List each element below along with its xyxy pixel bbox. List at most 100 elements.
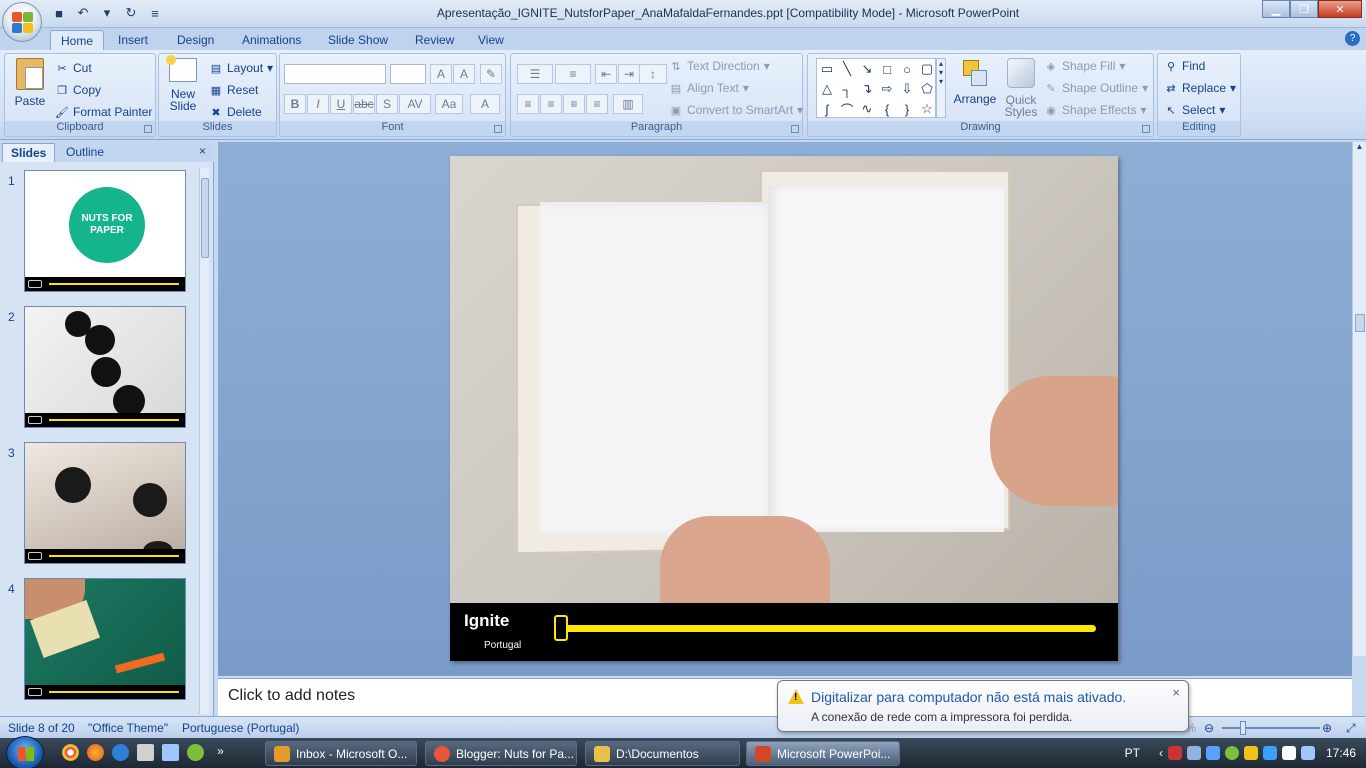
slide-thumbnail-1[interactable]: NUTS FOR PAPER <box>24 170 186 292</box>
curve-shape-icon[interactable]: ∿ <box>857 99 877 119</box>
rectangle-shape-icon[interactable]: □ <box>877 59 897 79</box>
scroll-up-icon[interactable]: ▲ <box>1353 142 1366 154</box>
align-right-icon[interactable]: ≡ <box>563 94 585 114</box>
left-brace-icon[interactable]: { <box>877 99 897 119</box>
tab-animations[interactable]: Animations <box>232 30 311 50</box>
slide-thumbnail-3[interactable] <box>24 442 186 564</box>
chrome-icon[interactable] <box>62 744 79 761</box>
shrink-font-icon[interactable]: A <box>453 64 475 84</box>
chevron-left-icon[interactable]: ‹ <box>1159 746 1163 760</box>
delete-button[interactable]: ✖ Delete <box>209 102 261 122</box>
zoom-out-icon[interactable]: ⊖ <box>1204 721 1214 735</box>
font-name-combo[interactable] <box>284 64 386 84</box>
align-center-icon[interactable]: ≡ <box>540 94 562 114</box>
tab-outline[interactable]: Outline <box>58 143 112 162</box>
network-icon[interactable] <box>1300 746 1315 760</box>
align-left-icon[interactable]: ≡ <box>517 94 539 114</box>
increase-indent-icon[interactable]: ⇥ <box>618 64 640 84</box>
numbering-icon[interactable]: ≡ <box>555 64 591 84</box>
grow-font-icon[interactable]: A <box>430 64 452 84</box>
arrange-button[interactable]: Arrange <box>951 58 999 106</box>
oval-shape-icon[interactable]: ○ <box>897 59 917 79</box>
slide-thumbnail-2[interactable] <box>24 306 186 428</box>
language-indicator[interactable]: Portuguese (Portugal) <box>182 721 299 735</box>
right-brace-icon[interactable]: } <box>897 99 917 119</box>
clock[interactable]: 17:46 <box>1326 746 1356 760</box>
paste-button[interactable]: Paste <box>9 58 51 108</box>
star-shape-icon[interactable]: ☆ <box>917 99 937 119</box>
shapes-more-icon[interactable]: ▴ ▾ ▾ <box>936 58 946 118</box>
font-color-icon[interactable]: A <box>470 94 500 114</box>
zoom-slider[interactable] <box>1222 727 1320 729</box>
action-center-icon[interactable] <box>1281 746 1296 760</box>
right-arrow-shape-icon[interactable]: ⇨ <box>877 79 897 99</box>
strikethrough-icon[interactable]: abc <box>353 94 375 114</box>
bullets-icon[interactable]: ☰ <box>517 64 553 84</box>
elbow-arrow-icon[interactable]: ↴ <box>857 79 877 99</box>
tab-design[interactable]: Design <box>167 30 224 50</box>
triangle-shape-icon[interactable]: △ <box>817 79 837 99</box>
italic-icon[interactable]: I <box>307 94 329 114</box>
spotify-tray-icon[interactable] <box>1224 746 1239 760</box>
line-spacing-icon[interactable]: ↕ <box>639 64 667 84</box>
media-player-icon[interactable] <box>112 744 129 761</box>
bluetooth-icon[interactable] <box>1262 746 1277 760</box>
quick-styles-button[interactable]: Quick Styles <box>1001 58 1041 118</box>
pentagon-shape-icon[interactable]: ⬠ <box>917 79 937 99</box>
help-icon[interactable]: ? <box>1345 31 1360 46</box>
current-slide[interactable]: Ignite Portugal <box>450 156 1118 661</box>
taskbar-item[interactable]: Microsoft PowerPoi... <box>746 741 900 766</box>
freeform-shape-icon[interactable]: ʃ <box>817 99 837 119</box>
text-direction-button[interactable]: ⇅ Text Direction ▾ <box>669 56 769 76</box>
format-painter-button[interactable]: 🖌 Format Painter <box>55 102 152 122</box>
calculator-icon[interactable] <box>137 744 154 761</box>
down-arrow-shape-icon[interactable]: ⇩ <box>897 79 917 99</box>
notes-tray-icon[interactable] <box>1243 746 1258 760</box>
zoom-in-icon[interactable]: ⊕ <box>1322 721 1332 735</box>
printer-error-icon[interactable] <box>1167 746 1182 760</box>
spotify-icon[interactable] <box>187 744 204 761</box>
textbox-shape-icon[interactable]: ▭ <box>817 59 837 79</box>
cut-button[interactable]: ✂ Cut <box>55 58 91 78</box>
layout-button[interactable]: ▤ Layout ▾ <box>209 58 273 78</box>
scrollbar-thumb[interactable] <box>201 178 209 258</box>
columns-icon[interactable]: ▥ <box>613 94 643 114</box>
select-button[interactable]: ↖ Select ▾ <box>1164 100 1225 120</box>
firefox-icon[interactable] <box>87 744 104 761</box>
shape-effects-button[interactable]: ◉ Shape Effects ▾ <box>1044 100 1146 120</box>
minimize-button[interactable]: ▁ <box>1262 0 1290 18</box>
shapes-gallery[interactable]: ▭ ╲ ↘ □ ○ ▢ △ ┐ ↴ ⇨ ⇩ ⬠ ʃ ⌒ ∿ { } ☆ <box>816 58 936 118</box>
main-scrollbar[interactable]: ▲ <box>1352 142 1366 656</box>
more-icon[interactable]: » <box>212 744 229 761</box>
scrollbar-thumb[interactable] <box>1355 314 1365 332</box>
underline-icon[interactable]: U <box>330 94 352 114</box>
tab-slides[interactable]: Slides <box>2 143 56 162</box>
replace-button[interactable]: ⇄ Replace ▾ <box>1164 78 1236 98</box>
line-shape-icon[interactable]: ╲ <box>837 59 857 79</box>
close-button[interactable]: ✕ <box>1318 0 1362 18</box>
close-balloon-icon[interactable]: × <box>1172 685 1180 700</box>
new-slide-button[interactable]: New Slide <box>163 55 203 112</box>
clear-formatting-icon[interactable]: ✎ <box>480 64 502 84</box>
language-bar[interactable]: PT <box>1125 746 1140 760</box>
shadow-icon[interactable]: S <box>376 94 398 114</box>
justify-icon[interactable]: ≡ <box>586 94 608 114</box>
shape-outline-button[interactable]: ✎ Shape Outline ▾ <box>1044 78 1148 98</box>
tab-home[interactable]: Home <box>50 30 105 50</box>
arc-shape-icon[interactable]: ⌒ <box>837 99 857 119</box>
find-button[interactable]: ⚲ Find <box>1164 56 1205 76</box>
zoom-slider-thumb[interactable] <box>1240 721 1246 735</box>
character-spacing-icon[interactable]: AV <box>399 94 431 114</box>
reset-button[interactable]: ▦ Reset <box>209 80 259 100</box>
dropbox-icon[interactable] <box>1205 746 1220 760</box>
elbow-connector-icon[interactable]: ┐ <box>837 79 857 99</box>
tab-view[interactable]: View <box>468 30 514 50</box>
arrow-line-shape-icon[interactable]: ↘ <box>857 59 877 79</box>
panel-scrollbar[interactable] <box>199 168 209 714</box>
convert-smartart-button[interactable]: ▣ Convert to SmartArt ▾ <box>669 100 803 120</box>
rounded-rect-shape-icon[interactable]: ▢ <box>917 59 937 79</box>
notepad-icon[interactable] <box>162 744 179 761</box>
bold-icon[interactable]: B <box>284 94 306 114</box>
taskbar-item[interactable]: D:\Documentos <box>585 741 740 766</box>
taskbar-item[interactable]: Inbox - Microsoft O... <box>265 741 417 766</box>
